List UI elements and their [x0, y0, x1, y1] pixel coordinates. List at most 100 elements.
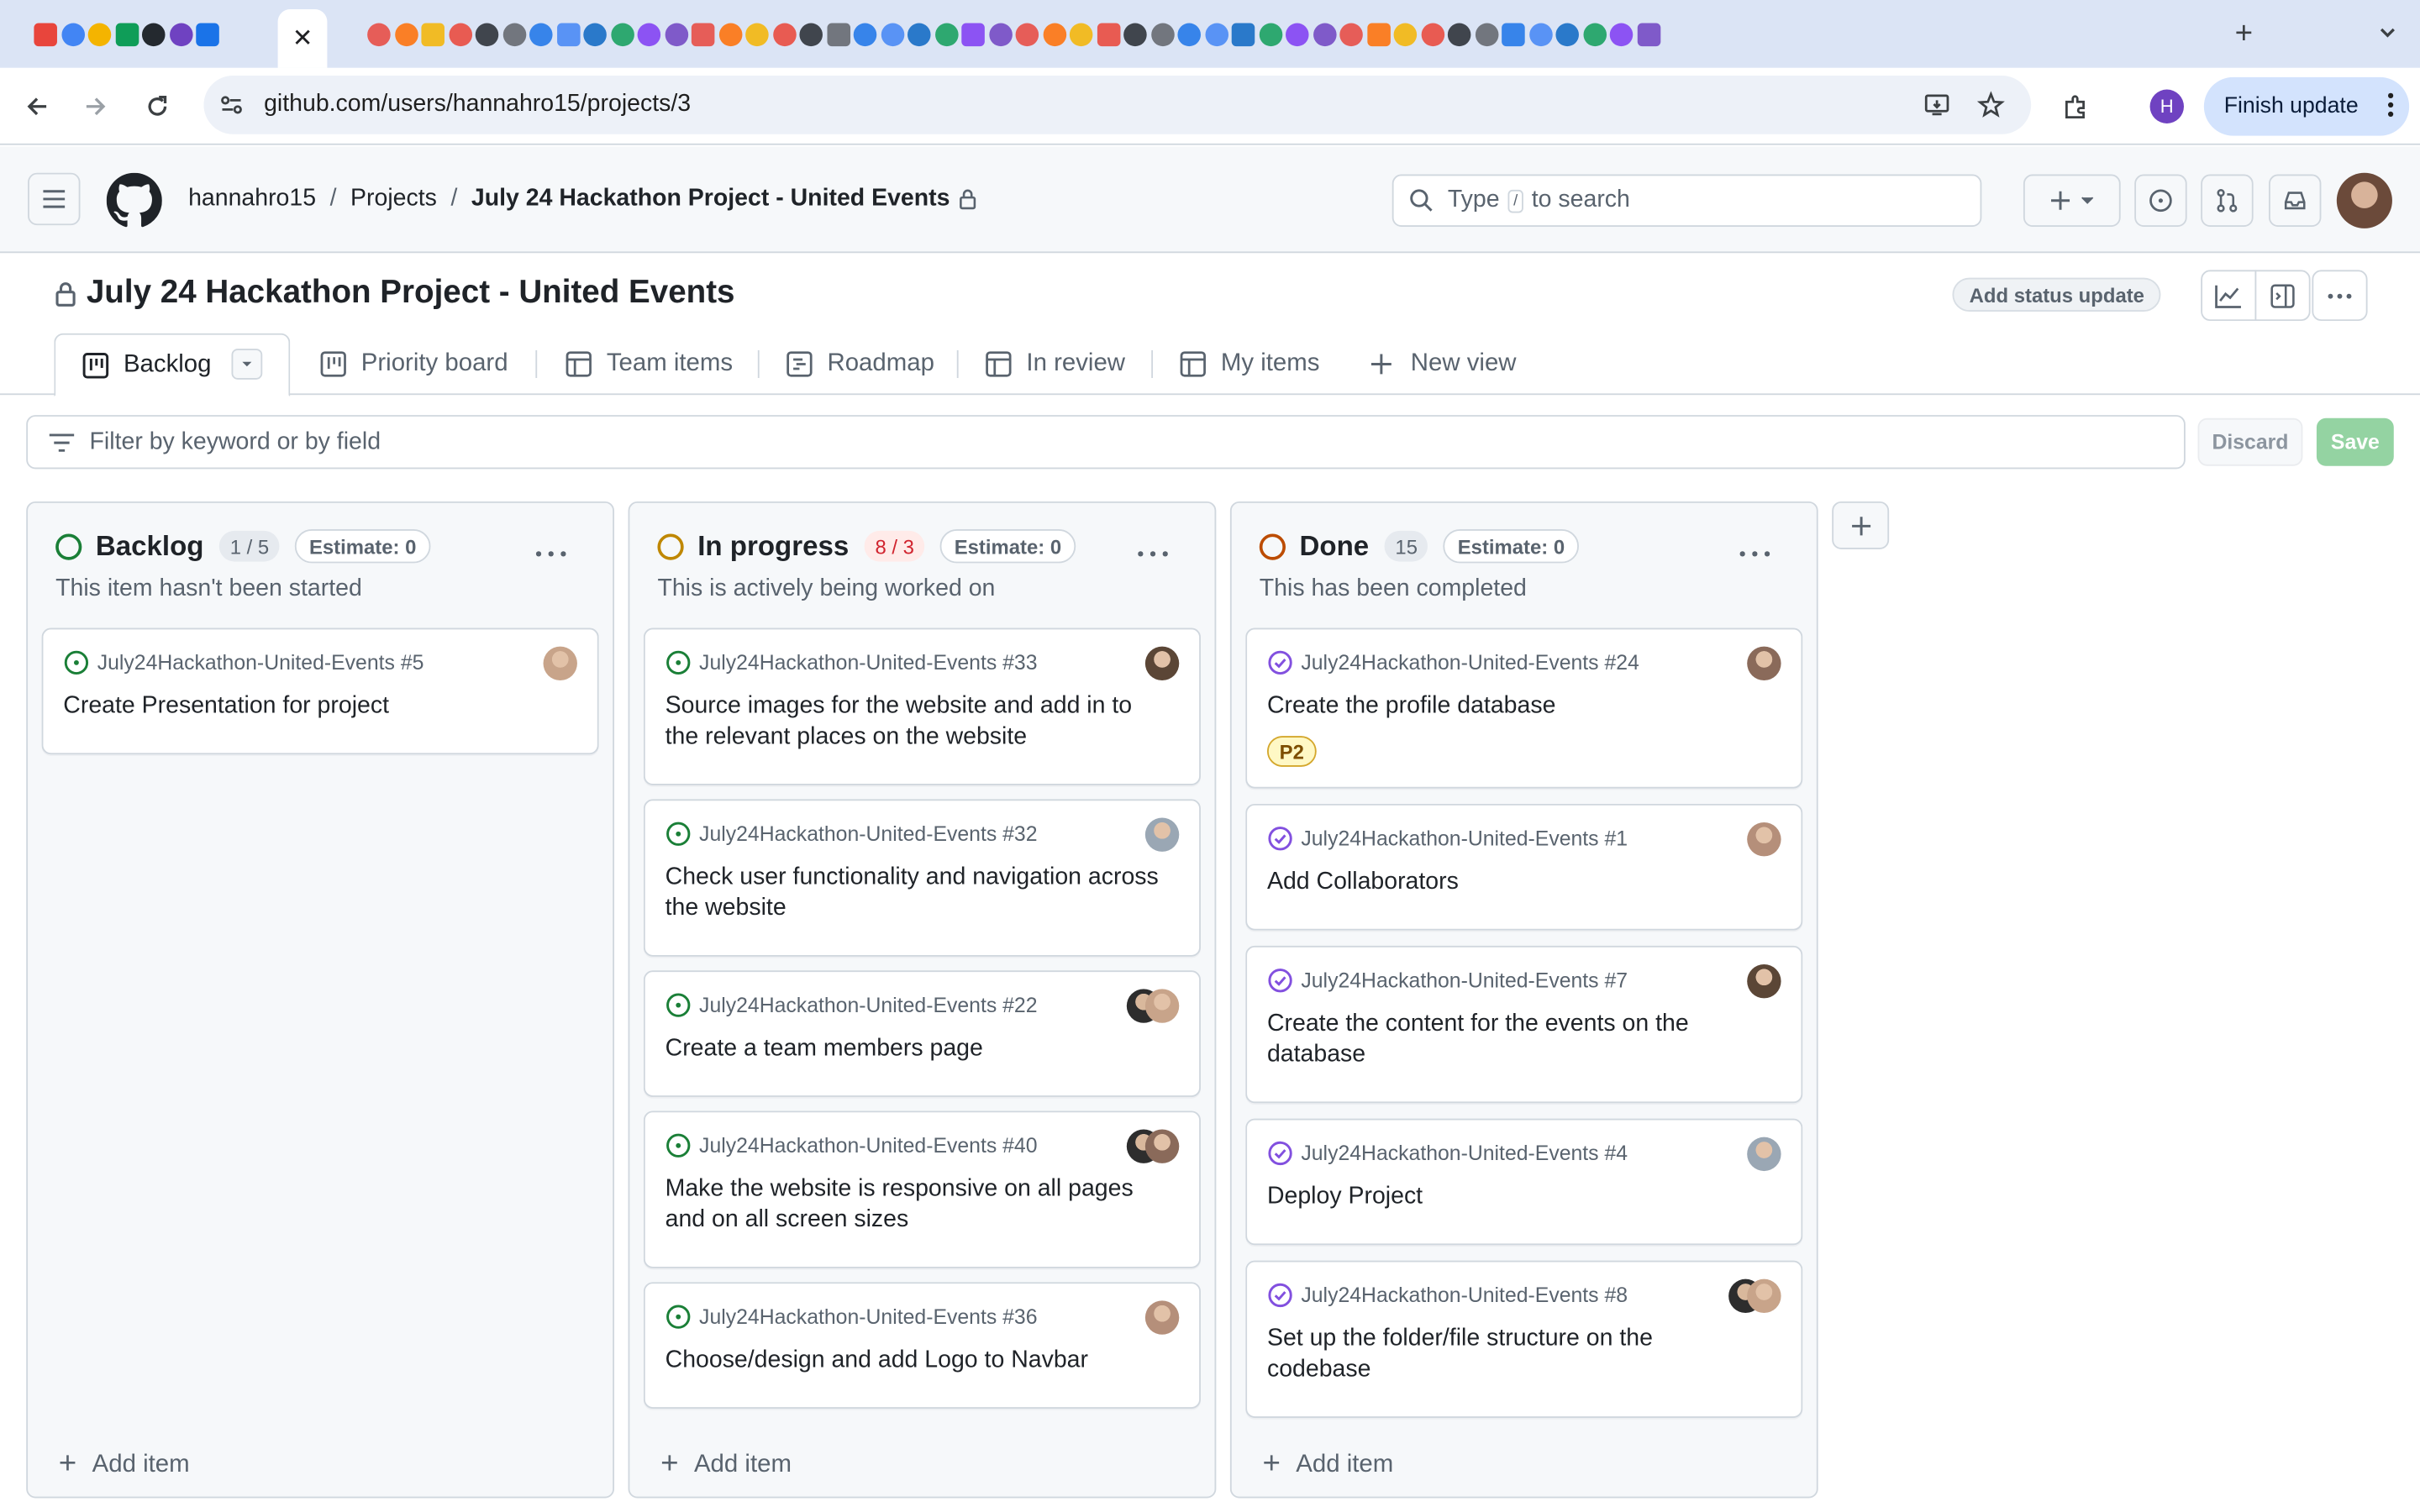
view-options-dropdown[interactable]	[231, 349, 263, 380]
tab-favicon[interactable]	[637, 22, 661, 46]
tab-favicon[interactable]	[772, 22, 796, 46]
tab-favicon[interactable]	[718, 22, 742, 46]
tab-favicon[interactable]	[1528, 22, 1552, 46]
issue-title[interactable]: Create the content for the events on the…	[1267, 1009, 1761, 1070]
assignee-avatar[interactable]	[1747, 963, 1781, 999]
tab-favicon[interactable]	[1177, 22, 1201, 46]
tab-favicon[interactable]	[610, 22, 634, 46]
breadcrumb-owner[interactable]: hannahro15	[188, 185, 316, 213]
column-menu-icon[interactable]	[1138, 537, 1169, 564]
assignee-avatar[interactable]	[543, 646, 577, 681]
issue-reference[interactable]: July24Hackathon-United-Events #7	[1267, 968, 1628, 994]
tab-favicon[interactable]	[87, 22, 112, 46]
issue-reference[interactable]: July24Hackathon-United-Events #8	[1267, 1282, 1628, 1308]
user-avatar[interactable]	[2336, 172, 2392, 228]
issue-reference[interactable]: July24Hackathon-United-Events #5	[63, 649, 424, 675]
issue-title[interactable]: Choose/design and add Logo to Navbar	[666, 1346, 1160, 1377]
breadcrumb-projects[interactable]: Projects	[350, 185, 437, 213]
breadcrumb-project[interactable]: July 24 Hackathon Project - United Event…	[471, 185, 950, 213]
issue-reference[interactable]: July24Hackathon-United-Events #1	[1267, 826, 1628, 852]
issue-title[interactable]: Create a team members page	[666, 1034, 1160, 1065]
tab-favicon[interactable]	[691, 22, 715, 46]
issue-card[interactable]: July24Hackathon-United-Events #32 Check u…	[643, 799, 1201, 957]
tab-favicon[interactable]	[1313, 22, 1336, 46]
save-button[interactable]: Save	[2316, 417, 2394, 466]
new-tab-button[interactable]: +	[2235, 17, 2253, 52]
add-item-button[interactable]: + Add item	[1262, 1447, 1393, 1483]
tab-favicon[interactable]	[799, 22, 823, 46]
tab-favicon[interactable]	[1015, 22, 1039, 46]
tab-favicon[interactable]	[114, 22, 139, 46]
issue-card[interactable]: July24Hackathon-United-Events #33 Source …	[643, 627, 1201, 785]
url-text[interactable]: github.com/users/hannahro15/projects/3	[264, 91, 691, 118]
tab-favicon[interactable]	[1447, 22, 1471, 46]
issue-title[interactable]: Create Presentation for project	[63, 691, 557, 722]
column-menu-icon[interactable]	[535, 537, 566, 564]
issue-reference[interactable]: July24Hackathon-United-Events #22	[666, 992, 1038, 1018]
assignee-avatar[interactable]	[1144, 817, 1180, 852]
tab-favicon[interactable]	[1582, 22, 1607, 46]
assignee-avatar[interactable]	[1144, 1300, 1180, 1335]
assignee-avatar[interactable]	[1747, 646, 1781, 681]
issue-card[interactable]: July24Hackathon-United-Events #5 Create P…	[41, 627, 599, 755]
tab-favicon[interactable]	[421, 22, 445, 46]
omnibox[interactable]: github.com/users/hannahro15/projects/3	[203, 76, 2032, 134]
add-status-update-button[interactable]: Add status update	[1952, 277, 2162, 312]
tab-search-chevron-icon[interactable]	[2370, 15, 2404, 49]
tab-favicon[interactable]	[1420, 22, 1444, 46]
add-column-button[interactable]	[1832, 501, 1890, 549]
tab-favicon[interactable]	[1502, 22, 1525, 46]
tab-favicon[interactable]	[196, 22, 219, 46]
priority-label[interactable]: P2	[1266, 736, 1317, 767]
tab-favicon[interactable]	[880, 22, 904, 46]
tab-favicon[interactable]	[1555, 22, 1579, 46]
tab-favicon[interactable]	[141, 22, 166, 46]
issue-card[interactable]: July24Hackathon-United-Events #40 Make th…	[643, 1110, 1201, 1268]
tab-favicon[interactable]	[934, 22, 958, 46]
issue-title[interactable]: Add Collaborators	[1267, 867, 1761, 898]
tab-favicon[interactable]	[1393, 22, 1418, 46]
issue-reference[interactable]: July24Hackathon-United-Events #4	[1267, 1140, 1628, 1166]
tab-favicon[interactable]	[394, 22, 418, 46]
assignee-avatar[interactable]	[1144, 646, 1180, 681]
tab-favicon[interactable]	[1258, 22, 1282, 46]
tab-favicon[interactable]	[1204, 22, 1228, 46]
issue-card[interactable]: July24Hackathon-United-Events #36 Choose/…	[643, 1282, 1201, 1409]
issue-reference[interactable]: July24Hackathon-United-Events #33	[666, 649, 1038, 675]
issue-card[interactable]: July24Hackathon-United-Events #8 Set up t…	[1245, 1260, 1803, 1418]
new-view-button[interactable]: New view	[1369, 333, 1517, 395]
assignee-avatar[interactable]	[1747, 822, 1781, 857]
tab-favicon[interactable]	[169, 22, 192, 46]
issue-title[interactable]: Create the profile database	[1267, 691, 1761, 722]
tab-favicon[interactable]	[1366, 22, 1390, 46]
tab-favicon[interactable]	[583, 22, 607, 46]
tab-favicon[interactable]	[1123, 22, 1147, 46]
assignee-avatar[interactable]	[1144, 989, 1180, 1023]
issue-reference[interactable]: July24Hackathon-United-Events #40	[666, 1132, 1038, 1158]
issue-reference[interactable]: July24Hackathon-United-Events #36	[666, 1304, 1038, 1330]
reload-icon[interactable]	[140, 90, 174, 123]
tab-favicon[interactable]	[1150, 22, 1174, 46]
kebab-menu-icon[interactable]	[2387, 92, 2394, 123]
project-more-button[interactable]	[2312, 270, 2368, 322]
active-tab[interactable]: ✕	[277, 9, 328, 68]
add-item-button[interactable]: + Add item	[59, 1447, 190, 1483]
insights-button[interactable]	[2201, 270, 2257, 322]
profile-avatar[interactable]: H	[2149, 89, 2184, 123]
tab-favicon[interactable]	[556, 22, 580, 46]
issue-title[interactable]: Set up the folder/file structure on the …	[1267, 1324, 1761, 1385]
tab-favicon[interactable]	[988, 22, 1012, 46]
tab-favicon[interactable]	[1609, 22, 1634, 46]
tab-favicon[interactable]	[745, 22, 769, 46]
issue-card[interactable]: July24Hackathon-United-Events #7 Create t…	[1245, 945, 1803, 1104]
tab-favicon[interactable]	[502, 22, 526, 46]
tab-favicon[interactable]	[1042, 22, 1066, 46]
tab-favicon[interactable]	[1231, 22, 1255, 46]
issues-button[interactable]	[2134, 174, 2187, 228]
tab-favicon[interactable]	[475, 22, 499, 46]
tab-favicon[interactable]	[1069, 22, 1093, 46]
tab-favicon[interactable]	[1636, 22, 1660, 46]
tab-favicon[interactable]	[34, 22, 57, 46]
issue-reference[interactable]: July24Hackathon-United-Events #32	[666, 821, 1038, 847]
issue-title[interactable]: Deploy Project	[1267, 1182, 1761, 1213]
